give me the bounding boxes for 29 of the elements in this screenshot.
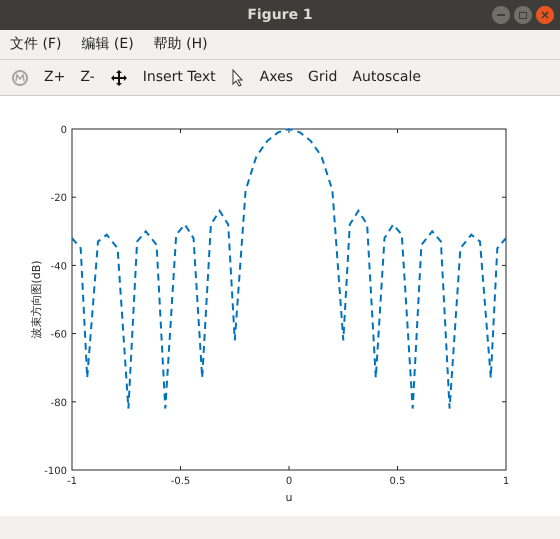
- x-tick-label: 0.5: [390, 476, 406, 487]
- y-tick-label: -100: [44, 466, 67, 477]
- y-tick-label: -20: [50, 193, 67, 204]
- menu-item[interactable]: 文件 (F): [10, 34, 62, 55]
- pointer-icon[interactable]: [230, 68, 245, 86]
- close-icon: [541, 11, 549, 19]
- x-tick-label: -0.5: [170, 476, 190, 487]
- maximize-button[interactable]: [514, 6, 532, 24]
- toolbar-button[interactable]: Axes: [260, 67, 293, 88]
- toolbar-button[interactable]: Grid: [308, 67, 338, 88]
- y-tick-label: -60: [50, 330, 67, 341]
- toolbar-button[interactable]: Autoscale: [352, 67, 421, 88]
- toolbar-button[interactable]: Z+: [44, 67, 66, 88]
- x-tick-label: 0: [286, 476, 292, 487]
- y-tick-label: -80: [50, 398, 67, 409]
- menu-item[interactable]: 帮助 (H): [154, 34, 208, 55]
- y-axis-label: 波束方向图(dB): [30, 260, 43, 339]
- toolbar-button[interactable]: Z-: [80, 67, 95, 88]
- x-tick-label: -1: [67, 476, 77, 487]
- move-arrows-icon[interactable]: [110, 68, 128, 86]
- y-tick-label: 0: [60, 125, 67, 136]
- menu-item[interactable]: 编辑 (E): [81, 34, 134, 55]
- minimize-button[interactable]: [492, 6, 510, 24]
- toolbar-button[interactable]: Insert Text: [142, 67, 216, 88]
- close-button[interactable]: [536, 6, 554, 24]
- x-tick-label: 1: [502, 476, 510, 487]
- window-title: Figure 1: [247, 6, 313, 24]
- x-axis-label: u: [286, 491, 292, 504]
- y-tick-label: -40: [50, 261, 67, 272]
